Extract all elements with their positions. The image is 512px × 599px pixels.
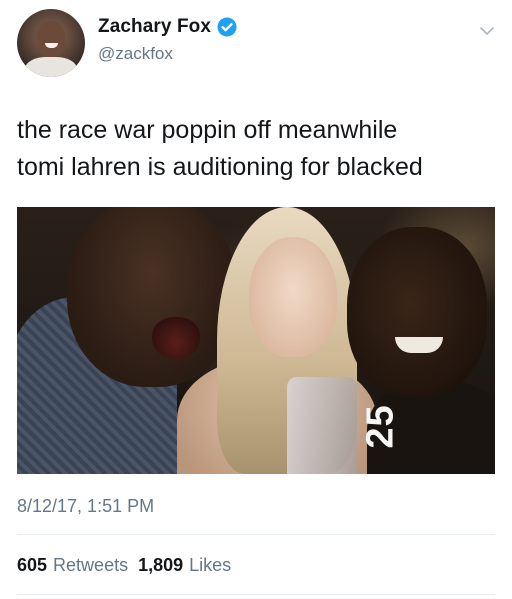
tweet-card: Zachary Fox @zackfox the race war poppin…: [0, 0, 512, 599]
retweets-count: 605: [17, 555, 48, 575]
avatar-shirt: [25, 57, 77, 77]
photo-person-left-mouth: [152, 317, 200, 359]
author-display-name[interactable]: Zachary Fox: [98, 16, 211, 38]
tweet-text: the race war poppin off meanwhile tomi l…: [17, 116, 423, 181]
photo-cup-number: 25: [359, 404, 402, 449]
divider: [17, 534, 495, 535]
author-name-row[interactable]: Zachary Fox: [98, 16, 237, 38]
retweets-stat[interactable]: 605 Retweets: [17, 555, 128, 576]
tweet-timestamp[interactable]: 8/12/17, 1:51 PM: [17, 496, 154, 517]
likes-label: Likes: [189, 555, 232, 575]
retweets-label: Retweets: [53, 555, 129, 575]
avatar[interactable]: [17, 9, 85, 77]
divider: [17, 594, 495, 595]
photo-person-left-face: [67, 207, 237, 387]
chevron-down-icon[interactable]: [479, 24, 495, 36]
verified-badge-icon: [217, 17, 237, 37]
photo-person-center-face: [249, 237, 337, 357]
tweet-stats: 605 Retweets 1,809 Likes: [17, 555, 231, 576]
tweet-photo[interactable]: 25: [17, 207, 495, 474]
likes-count: 1,809: [138, 555, 184, 575]
author-handle[interactable]: @zackfox: [98, 44, 173, 64]
photo-cup: [287, 377, 357, 474]
photo-person-right-face: [347, 227, 487, 397]
avatar-face: [37, 21, 65, 57]
likes-stat[interactable]: 1,809 Likes: [138, 555, 231, 576]
